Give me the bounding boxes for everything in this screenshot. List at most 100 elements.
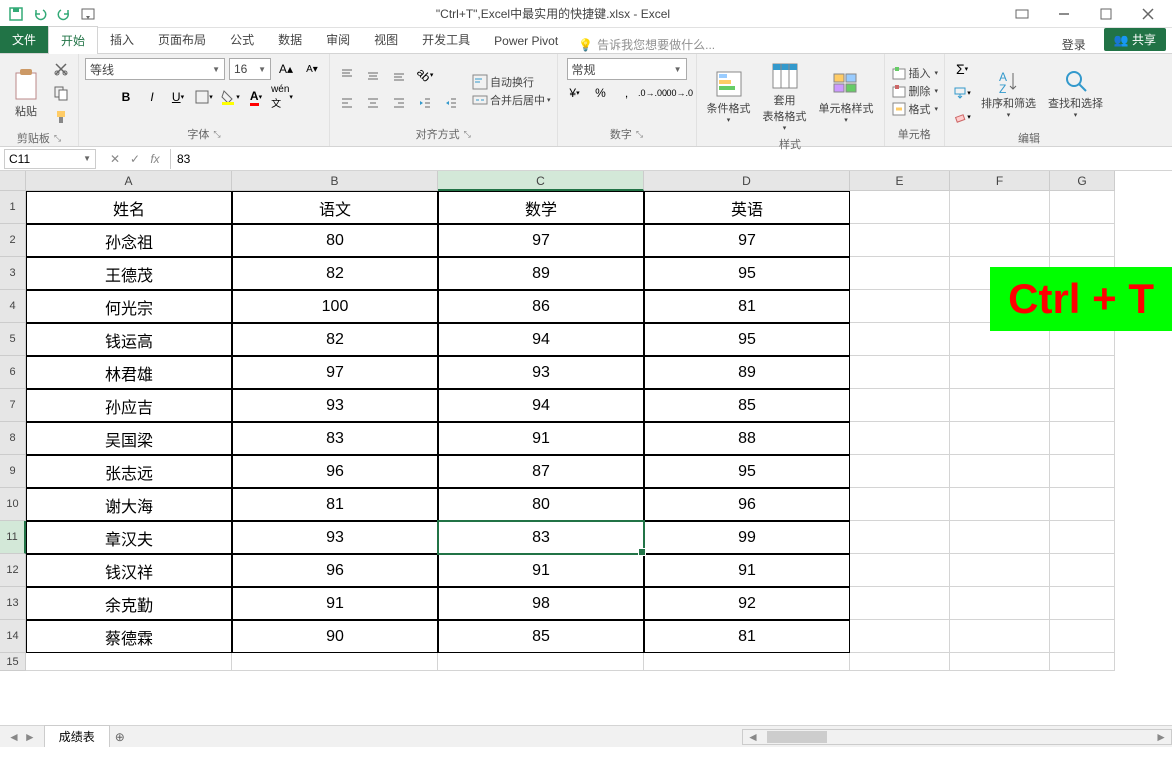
cell[interactable] (1050, 224, 1115, 257)
name-box[interactable]: C11▼ (4, 149, 96, 169)
cell[interactable] (1050, 554, 1115, 587)
align-middle-button[interactable] (362, 64, 384, 86)
row-header[interactable]: 8 (0, 422, 26, 455)
cell[interactable]: 95 (644, 257, 850, 290)
cell[interactable]: 88 (644, 422, 850, 455)
decrease-indent-button[interactable] (414, 92, 436, 114)
horizontal-scrollbar[interactable]: ◄► (742, 729, 1172, 745)
cell[interactable]: 81 (232, 488, 438, 521)
cell[interactable] (950, 224, 1050, 257)
tell-me-search[interactable]: 💡告诉我您想要做什么... (570, 36, 1050, 53)
delete-cells-button[interactable]: 删除▾ (891, 83, 939, 99)
cell[interactable] (26, 653, 232, 671)
cell[interactable]: 80 (232, 224, 438, 257)
sheet-tab-active[interactable]: 成绩表 (44, 725, 110, 747)
number-launcher-icon[interactable]: ⤡ (636, 129, 643, 140)
format-as-table-button[interactable]: 套用 表格格式▾ (759, 58, 811, 134)
cell[interactable] (950, 191, 1050, 224)
undo-icon[interactable] (32, 6, 48, 22)
cell[interactable]: 93 (438, 356, 644, 389)
cell[interactable]: 87 (438, 455, 644, 488)
cell[interactable] (950, 455, 1050, 488)
clear-button[interactable]: ▾ (951, 106, 973, 128)
font-size-combo[interactable]: 16▼ (229, 58, 271, 80)
cell[interactable] (1050, 620, 1115, 653)
cell[interactable] (232, 653, 438, 671)
cell[interactable]: 81 (644, 290, 850, 323)
cell[interactable]: 蔡德霖 (26, 620, 232, 653)
cell[interactable]: 85 (644, 389, 850, 422)
decrease-decimal-button[interactable]: .00→.0 (668, 82, 690, 104)
cell[interactable]: 93 (232, 389, 438, 422)
cell[interactable]: 80 (438, 488, 644, 521)
tab-page-layout[interactable]: 页面布局 (146, 26, 218, 53)
cell[interactable] (950, 356, 1050, 389)
cell[interactable] (950, 488, 1050, 521)
cell[interactable] (1050, 455, 1115, 488)
close-icon[interactable] (1128, 1, 1168, 27)
cell[interactable]: 95 (644, 323, 850, 356)
cell[interactable]: 钱运高 (26, 323, 232, 356)
align-bottom-button[interactable] (388, 64, 410, 86)
conditional-format-button[interactable]: 条件格式▾ (703, 66, 755, 126)
tab-data[interactable]: 数据 (266, 26, 314, 53)
cut-button[interactable] (50, 58, 72, 80)
column-header[interactable]: C (438, 171, 644, 191)
cell[interactable]: 86 (438, 290, 644, 323)
find-select-button[interactable]: 查找和选择▾ (1044, 65, 1107, 121)
sheet-nav-next[interactable]: ► (24, 730, 36, 744)
cell[interactable] (850, 257, 950, 290)
alignment-launcher-icon[interactable]: ⤡ (464, 129, 471, 140)
phonetic-button[interactable]: wén文▾ (271, 86, 293, 108)
align-top-button[interactable] (336, 64, 358, 86)
row-header[interactable]: 15 (0, 653, 26, 671)
cell[interactable]: 姓名 (26, 191, 232, 224)
row-header[interactable]: 1 (0, 191, 26, 224)
paste-button[interactable]: 粘贴 (6, 65, 46, 121)
cell[interactable] (850, 191, 950, 224)
row-header[interactable]: 10 (0, 488, 26, 521)
cell[interactable]: 余克勤 (26, 587, 232, 620)
cell[interactable]: 钱汉祥 (26, 554, 232, 587)
cell[interactable]: 91 (438, 422, 644, 455)
cell[interactable] (850, 554, 950, 587)
scrollbar-thumb[interactable] (767, 731, 827, 743)
cell[interactable]: 94 (438, 389, 644, 422)
format-cells-button[interactable]: 格式▾ (891, 101, 939, 117)
tab-view[interactable]: 视图 (362, 26, 410, 53)
add-sheet-button[interactable]: ⊕ (110, 730, 130, 744)
clipboard-launcher-icon[interactable]: ⤡ (54, 133, 61, 144)
insert-function-button[interactable]: fx (146, 152, 164, 166)
wrap-text-button[interactable]: 自动换行 (472, 74, 551, 90)
cell[interactable]: 93 (232, 521, 438, 554)
cell[interactable] (850, 488, 950, 521)
row-header[interactable]: 12 (0, 554, 26, 587)
cell[interactable]: 82 (232, 323, 438, 356)
cell[interactable]: 85 (438, 620, 644, 653)
column-header[interactable]: D (644, 171, 850, 191)
column-header[interactable]: A (26, 171, 232, 191)
cell[interactable]: 英语 (644, 191, 850, 224)
tab-developer[interactable]: 开发工具 (410, 26, 482, 53)
cell[interactable] (950, 389, 1050, 422)
percent-format-button[interactable]: % (590, 82, 612, 104)
number-format-combo[interactable]: 常规▼ (567, 58, 687, 80)
cell[interactable] (950, 554, 1050, 587)
cell[interactable]: 吴国梁 (26, 422, 232, 455)
column-header[interactable]: F (950, 171, 1050, 191)
cell[interactable]: 章汉夫 (26, 521, 232, 554)
insert-cells-button[interactable]: 插入▾ (891, 65, 939, 81)
cell[interactable]: 孙念祖 (26, 224, 232, 257)
cell[interactable]: 94 (438, 323, 644, 356)
cell[interactable] (850, 455, 950, 488)
underline-button[interactable]: U▾ (167, 86, 189, 108)
row-header[interactable]: 14 (0, 620, 26, 653)
row-header[interactable]: 13 (0, 587, 26, 620)
cell[interactable]: 97 (438, 224, 644, 257)
cell[interactable] (850, 422, 950, 455)
merge-center-button[interactable]: 合并后居中▾ (472, 92, 551, 108)
tab-insert[interactable]: 插入 (98, 26, 146, 53)
ribbon-display-icon[interactable] (1002, 1, 1042, 27)
cell-styles-button[interactable]: 单元格样式▾ (815, 66, 878, 126)
format-painter-button[interactable] (50, 106, 72, 128)
